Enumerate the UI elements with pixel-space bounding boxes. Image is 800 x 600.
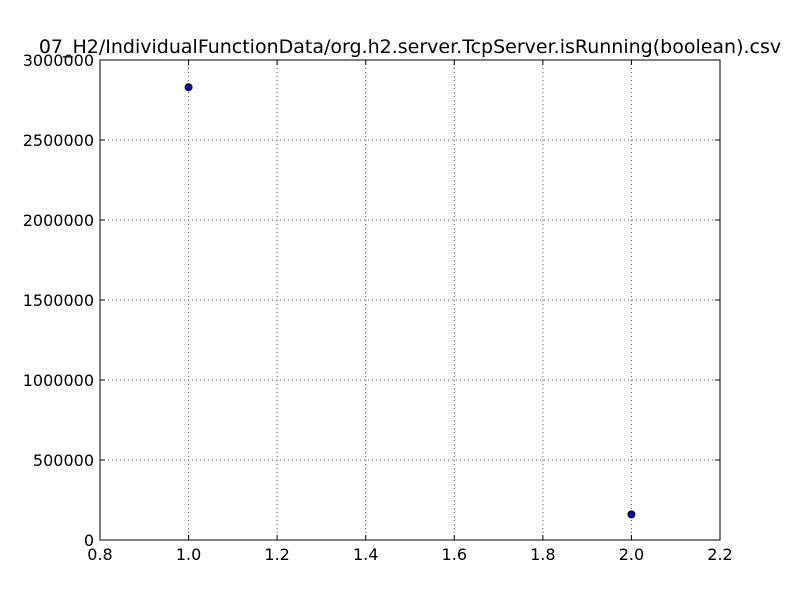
x-tick-label: 1.4: [353, 545, 378, 564]
y-tick-label: 1000000: [23, 371, 94, 390]
x-axis: 0.8 1.0 1.2 1.4 1.6 1.8 2.0 2.2: [87, 60, 733, 564]
x-tick-label: 2.0: [619, 545, 644, 564]
y-tick-label: 3000000: [23, 51, 94, 70]
data-points: [184, 83, 636, 519]
y-tick-label: 1500000: [23, 291, 94, 310]
x-tick-label: 1.8: [530, 545, 555, 564]
grid: [99, 59, 721, 541]
y-tick-label: 2000000: [23, 211, 94, 230]
x-tick-label: 2.2: [707, 545, 732, 564]
data-point: [184, 83, 193, 92]
chart-title: 07_H2/IndividualFunctionData/org.h2.serv…: [39, 36, 781, 58]
x-tick-label: 1.0: [176, 545, 201, 564]
y-tick-label: 500000: [33, 451, 94, 470]
x-tick-label: 1.6: [442, 545, 467, 564]
x-tick-label: 1.2: [264, 545, 289, 564]
data-point: [627, 510, 636, 519]
y-axis: 0 500000 1000000 1500000 2000000 2500000 30000…: [23, 51, 720, 550]
y-tick-label: 2500000: [23, 131, 94, 150]
scatter-chart: 07_H2/IndividualFunctionData/org.h2.serv…: [23, 36, 781, 564]
y-tick-label: 0: [84, 531, 94, 550]
